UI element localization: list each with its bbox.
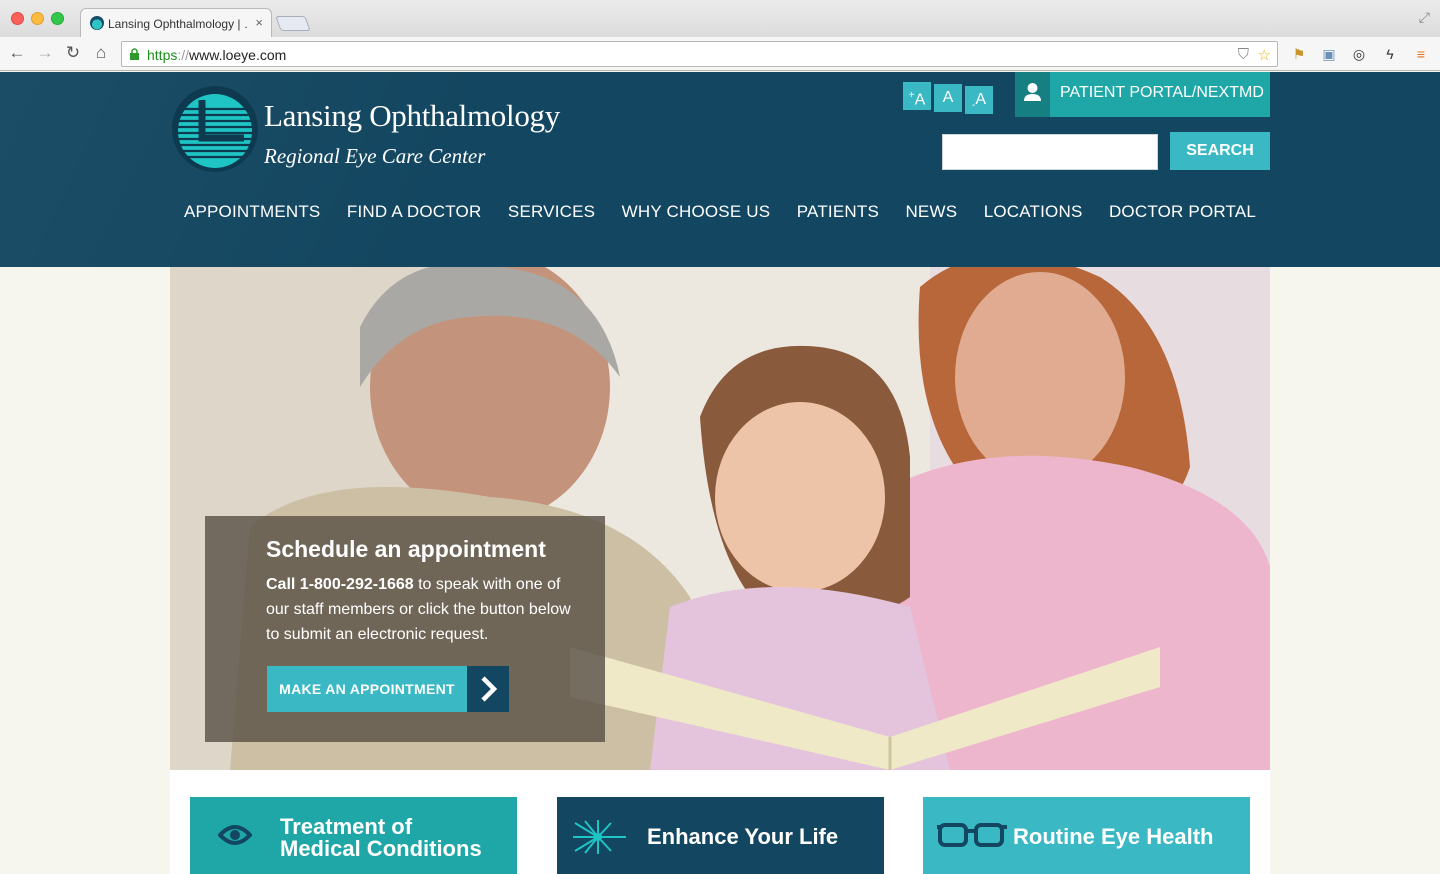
make-appointment-button[interactable]: MAKE AN APPOINTMENT	[267, 666, 509, 712]
tab-title: Lansing Ophthalmology | …	[108, 17, 248, 31]
tab-close-icon[interactable]: ×	[255, 15, 263, 30]
address-bar[interactable]: https://www.loeye.com ⛉ ☆	[121, 41, 1278, 67]
browser-tab[interactable]: Lansing Ophthalmology | … ×	[80, 8, 272, 37]
browser-titlebar: Lansing Ophthalmology | … × ⤢	[0, 0, 1440, 37]
main-nav: APPOINTMENTS FIND A DOCTOR SERVICES WHY …	[0, 202, 1440, 228]
tile-label-line1: Treatment of	[280, 814, 413, 839]
menu-hamburger-icon[interactable]: ≡	[1412, 45, 1430, 63]
extension-flag-icon[interactable]: ⚑	[1290, 45, 1308, 63]
window-close-button[interactable]	[11, 12, 24, 25]
laser-burst-icon	[573, 820, 626, 854]
appointment-description: Call 1-800-292-1668 to speak with one of…	[266, 576, 571, 643]
tile-enhance-your-life[interactable]: Enhance Your Life	[557, 797, 884, 874]
logo-title: Lansing Ophthalmology	[264, 98, 560, 133]
make-appointment-label: MAKE AN APPOINTMENT	[267, 666, 467, 712]
tile-treatment-medical-conditions[interactable]: Treatment of Medical Conditions	[190, 797, 517, 874]
extension-bolt-icon[interactable]: ϟ	[1381, 45, 1399, 63]
extension-sync-icon[interactable]: ◎	[1350, 45, 1368, 63]
fullscreen-icon[interactable]: ⤢	[1419, 9, 1430, 26]
site-logo[interactable]: Lansing Ophthalmology Regional Eye Care …	[172, 86, 592, 176]
home-icon[interactable]: ⌂	[90, 42, 112, 64]
search-input[interactable]	[942, 134, 1158, 170]
nav-news[interactable]: NEWS	[905, 202, 957, 222]
eye-icon	[218, 825, 252, 845]
search-button[interactable]: SEARCH	[1170, 132, 1270, 170]
site-favicon-icon	[90, 16, 104, 30]
hero-banner: Schedule an appointment Call 1-800-292-1…	[170, 267, 1270, 770]
extension-window-icon[interactable]: ▣	[1320, 45, 1338, 63]
font-normal-button[interactable]: A	[934, 84, 962, 112]
browser-toolbar: ← → ↻ ⌂ https://www.loeye.com ⛉ ☆ ⚑ ▣ ◎ …	[0, 37, 1440, 71]
url-text: https://www.loeye.com	[147, 47, 287, 63]
patient-portal-label: PATIENT PORTAL/NEXTMD	[1060, 84, 1264, 101]
patient-portal-button[interactable]: PATIENT PORTAL/NEXTMD	[1015, 72, 1270, 117]
window-minimize-button[interactable]	[31, 12, 44, 25]
new-tab-button[interactable]	[275, 16, 311, 31]
appointment-heading: Schedule an appointment	[266, 536, 546, 562]
tile-label-line2: Medical Conditions	[280, 836, 482, 861]
nav-services[interactable]: SERVICES	[508, 202, 595, 222]
reload-icon[interactable]: ↻	[62, 42, 84, 64]
appointment-callout: Schedule an appointment Call 1-800-292-1…	[205, 516, 605, 742]
font-decrease-button[interactable]: -A	[965, 86, 993, 114]
tile-routine-eye-health[interactable]: Routine Eye Health	[923, 797, 1250, 874]
nav-why-choose-us[interactable]: WHY CHOOSE US	[622, 202, 771, 222]
back-arrow-icon[interactable]: ←	[6, 42, 28, 64]
chevron-right-icon	[467, 666, 509, 712]
site-header: Lansing Ophthalmology Regional Eye Care …	[0, 72, 1440, 267]
shield-icon[interactable]: ⛉	[1238, 46, 1249, 63]
window-zoom-button[interactable]	[51, 12, 64, 25]
nav-doctor-portal[interactable]: DOCTOR PORTAL	[1109, 202, 1256, 222]
glasses-icon	[937, 823, 1007, 847]
tile-label: Enhance Your Life	[647, 824, 839, 849]
lock-icon	[130, 48, 139, 60]
font-increase-button[interactable]: +A	[903, 82, 931, 110]
forward-arrow-icon[interactable]: →	[34, 42, 56, 64]
phone-number[interactable]: Call 1-800-292-1668	[266, 576, 414, 593]
nav-locations[interactable]: LOCATIONS	[984, 202, 1083, 222]
logo-mark-icon	[172, 86, 258, 172]
bookmark-star-icon[interactable]: ☆	[1258, 46, 1271, 64]
nav-patients[interactable]: PATIENTS	[797, 202, 879, 222]
nav-find-a-doctor[interactable]: FIND A DOCTOR	[347, 202, 482, 222]
nav-appointments[interactable]: APPOINTMENTS	[184, 202, 321, 222]
logo-subtitle: Regional Eye Care Center	[264, 144, 486, 168]
tile-label: Routine Eye Health	[1013, 824, 1214, 849]
user-icon	[1015, 72, 1050, 117]
